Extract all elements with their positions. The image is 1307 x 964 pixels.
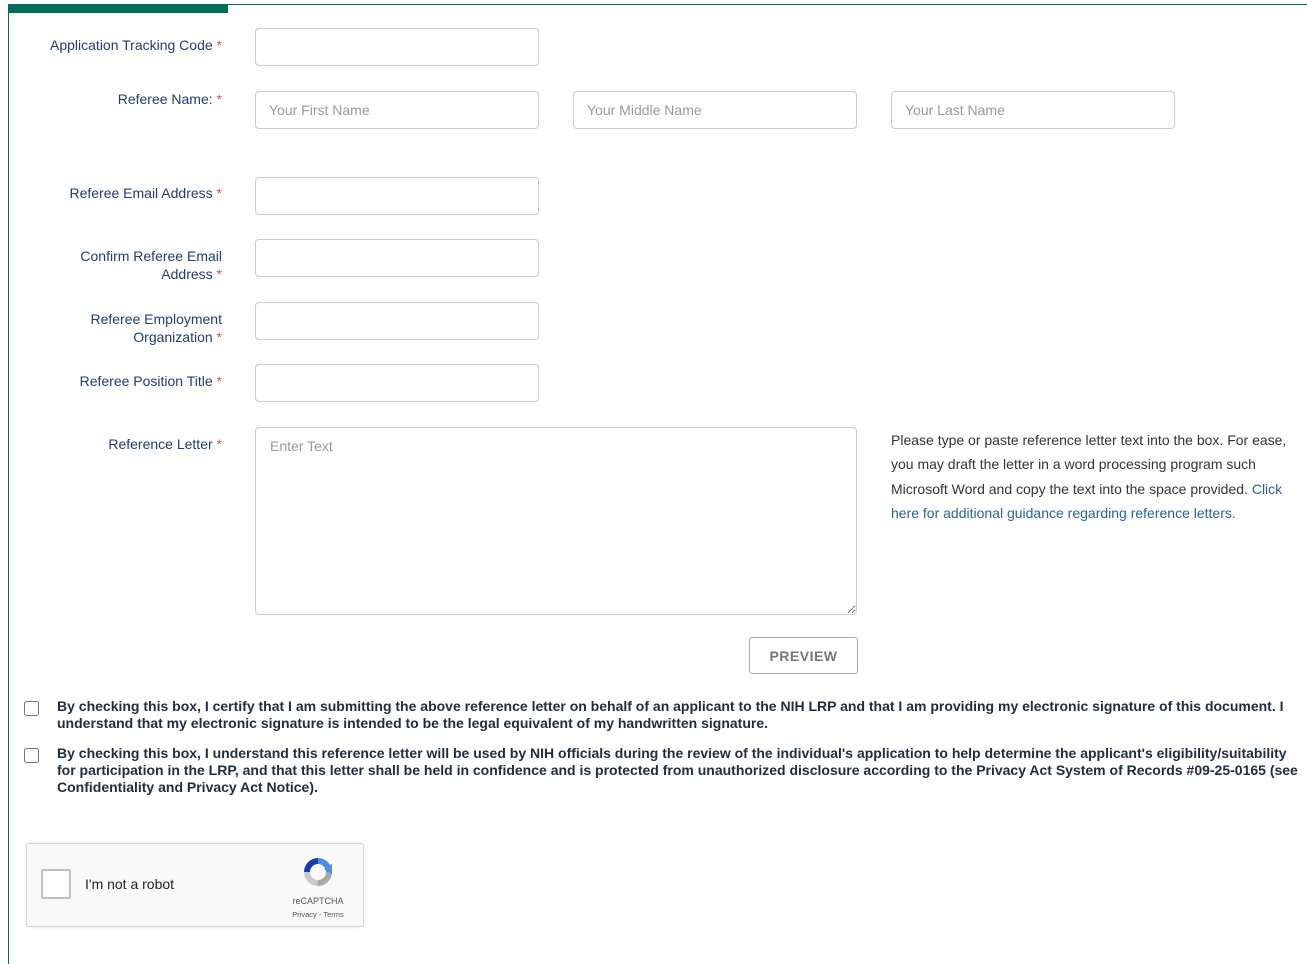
certification-text: By checking this box, I understand this … (57, 745, 1298, 795)
tracking-code-label: Application Tracking Code * (50, 37, 222, 53)
recaptcha-logo-icon (304, 858, 332, 886)
position-title-input[interactable] (255, 364, 539, 402)
reference-letter-label: Reference Letter * (108, 436, 222, 452)
preview-button[interactable]: PREVIEW (749, 637, 858, 674)
tracking-code-input[interactable] (255, 28, 539, 66)
required-marker: * (216, 373, 222, 389)
certification-text: By checking this box, I certify that I a… (57, 698, 1284, 731)
certify-signature-checkbox[interactable] (24, 701, 39, 716)
required-marker: * (216, 436, 222, 452)
reference-letter-help: Please type or paste reference letter te… (891, 428, 1291, 526)
reference-letter-textarea[interactable] (255, 427, 857, 615)
first-name-input[interactable] (255, 91, 539, 129)
confirm-email-label: Confirm Referee Email Address * (80, 248, 222, 282)
required-marker: * (216, 266, 222, 282)
recaptcha-terms-link[interactable]: Terms (323, 910, 343, 919)
recaptcha-separator: - (318, 910, 322, 919)
recaptcha-links: Privacy - Terms (275, 910, 361, 919)
recaptcha-widget: I'm not a robot reCAPTCHA Privacy - Term… (26, 843, 364, 927)
middle-name-input[interactable] (573, 91, 857, 129)
confirm-email-input[interactable] (255, 239, 539, 277)
required-marker: * (216, 37, 222, 53)
recaptcha-checkbox[interactable] (41, 869, 71, 899)
recaptcha-privacy-link[interactable]: Privacy (292, 910, 317, 919)
email-label: Referee Email Address * (69, 185, 222, 201)
organization-input[interactable] (255, 302, 539, 340)
help-text: Please type or paste reference letter te… (891, 432, 1287, 497)
recaptcha-label: I'm not a robot (85, 876, 175, 892)
form-header-tab (8, 4, 228, 13)
position-title-label: Referee Position Title * (79, 373, 222, 389)
organization-label: Referee Employment Organization * (90, 311, 222, 345)
required-marker: * (216, 329, 222, 345)
certify-confidentiality-checkbox[interactable] (24, 748, 39, 763)
recaptcha-brand: reCAPTCHA (292, 896, 344, 906)
form-frame-left-border (8, 4, 9, 964)
referee-name-label: Referee Name: * (117, 91, 222, 107)
last-name-input[interactable] (891, 91, 1175, 129)
required-marker: * (216, 185, 222, 201)
email-input[interactable] (255, 177, 539, 215)
required-marker: * (216, 91, 222, 107)
